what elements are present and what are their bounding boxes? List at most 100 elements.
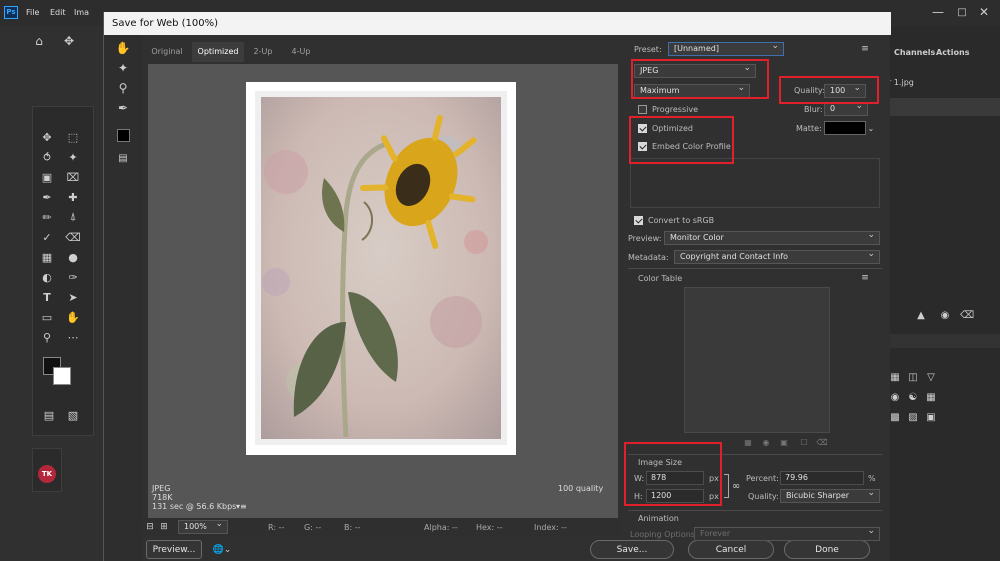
eraser-tool-icon[interactable]: ⌫ [65,229,81,245]
web-shift-icon[interactable]: ◉ [760,436,772,448]
image-preview[interactable] [246,82,516,455]
done-button[interactable]: Done [784,540,870,559]
tab-original[interactable]: Original [142,42,192,62]
frame-tool-icon[interactable]: ⌧ [65,169,81,185]
slice-select-icon[interactable]: ✦ [116,61,130,75]
link-icon[interactable]: ∞ [730,478,742,494]
toggle-slices-icon[interactable]: ▤ [116,151,130,165]
close-window-icon[interactable]: ✕ [976,4,992,20]
type-tool-icon[interactable]: T [39,289,55,305]
selective-color-icon[interactable]: ▣ [924,410,938,424]
preset-select[interactable]: [Unnamed] [668,40,784,56]
trash-icon[interactable]: ⌫ [960,308,974,322]
compression-select[interactable]: Maximum [634,82,750,98]
background-color-swatch[interactable] [53,367,71,385]
cancel-button[interactable]: Cancel [688,540,774,559]
healing-brush-icon[interactable]: ✚ [65,189,81,205]
map-color-icon[interactable]: ▦ [742,436,754,448]
zoom-tool-icon[interactable]: ⚲ [39,329,55,345]
resample-select[interactable]: Bicubic Sharper [780,487,880,503]
triangle-down-icon[interactable]: ▽ [924,370,938,384]
blur-input[interactable]: 0 [824,100,868,116]
zoom-select[interactable]: 100% [178,518,228,534]
levels-icon[interactable]: ◫ [906,370,920,384]
stamp-tool-icon[interactable]: ⍋ [65,209,81,225]
format-select[interactable]: JPEG [634,62,756,78]
progressive-checkbox[interactable] [638,105,647,114]
dodge-tool-icon[interactable]: ◐ [39,269,55,285]
optimized-checkbox[interactable] [638,124,647,133]
magic-wand-icon[interactable]: ✦ [65,149,81,165]
color-table-menu-icon[interactable]: ≡ [858,272,872,284]
looping-select[interactable]: Forever [694,525,880,541]
width-input[interactable]: 878 [646,471,704,485]
image-size-label: Image Size [638,458,683,467]
move-tool-options-icon[interactable]: ✥ [62,34,76,48]
channel-mixer-icon[interactable]: ◉ [888,390,902,404]
screen-mode-icon[interactable]: ▧ [65,407,81,423]
layer-row[interactable] [884,98,1000,116]
browser-preview-icon[interactable]: 🌐⌄ [208,542,236,558]
camera-icon[interactable]: ◉ [938,308,952,322]
tab-optimized[interactable]: Optimized [192,42,244,62]
add-color-icon[interactable]: ☐ [798,436,810,448]
color-balance-icon[interactable]: ☯ [906,390,920,404]
rectangle-tool-icon[interactable]: ▭ [39,309,55,325]
quick-mask-icon[interactable]: ▤ [41,407,57,423]
preview-button[interactable]: Preview... [146,540,202,559]
move-tool-icon[interactable]: ✥ [39,129,55,145]
maximize-icon[interactable]: □ [954,4,970,20]
hand-tool-icon[interactable]: ✋ [116,41,131,55]
delete-color-icon[interactable]: ⌫ [816,436,828,448]
adjustment-icon[interactable]: ▦ [888,370,902,384]
home-icon[interactable]: ⌂ [32,34,46,48]
matte-swatch[interactable] [824,121,866,135]
menu-file[interactable]: File [26,8,39,17]
brush-tool-icon[interactable]: ✏ [39,209,55,225]
save-button[interactable]: Save... [590,540,674,559]
settings-menu-icon[interactable]: ≡ [858,42,872,56]
tab-4-up[interactable]: 4-Up [282,42,320,62]
lock-color-icon[interactable]: ▣ [778,436,790,448]
snapshot-icon[interactable]: ▲ [914,308,928,322]
percent-input[interactable]: 79.96 [780,471,864,485]
zoom-in-icon[interactable]: ⊞ [158,521,170,533]
metadata-select[interactable]: Copyright and Contact Info [674,248,880,264]
zoom-out-icon[interactable]: ⊟ [144,521,156,533]
marquee-tool-icon[interactable]: ⬚ [65,129,81,145]
layer-name[interactable]: r 1.jpg [888,78,914,87]
height-input[interactable]: 1200 [646,489,704,503]
matte-dropdown-icon[interactable]: ⌄ [866,121,876,135]
menu-image[interactable]: Ima [74,8,89,17]
blur-tool-icon[interactable]: ● [65,249,81,265]
minimize-icon[interactable]: — [930,4,946,20]
preview-select[interactable]: Monitor Color [664,229,880,245]
hand-tool-icon[interactable]: ✋ [65,309,81,325]
quality-select[interactable]: 100 [824,82,866,98]
eyedropper-color-swatch[interactable] [117,129,130,142]
tab-2-up[interactable]: 2-Up [244,42,282,62]
grid-icon[interactable]: ▦ [924,390,938,404]
status-menu-icon[interactable]: ▾≡ [236,502,247,511]
crop-tool-icon[interactable]: ▣ [39,169,55,185]
gradient-tool-icon[interactable]: ▦ [39,249,55,265]
panel-divider [884,334,1000,348]
eyedropper-tool-icon[interactable]: ✒ [39,189,55,205]
convert-srgb-checkbox[interactable] [634,216,643,225]
zoom-icon[interactable]: ⚲ [116,81,130,95]
path-select-icon[interactable]: ➤ [65,289,81,305]
history-brush-icon[interactable]: ✓ [39,229,55,245]
lasso-tool-icon[interactable]: ⥀ [39,149,55,165]
embed-profile-checkbox[interactable] [638,142,647,151]
gradient-map-icon[interactable]: ▨ [906,410,920,424]
tk-plugin-icon[interactable]: TK [38,465,56,483]
color-table[interactable] [684,287,830,433]
pen-tool-icon[interactable]: ✑ [65,269,81,285]
actions-tab[interactable]: Actions [936,48,969,57]
menu-edit[interactable]: Edit [50,8,66,17]
threshold-icon[interactable]: ▩ [888,410,902,424]
eyedropper-icon[interactable]: ✒ [116,101,130,115]
channels-tab[interactable]: Channels [894,48,935,57]
dialog-buttons: Preview... 🌐⌄ Save... Cancel Done [142,540,888,560]
more-tools-icon[interactable]: ⋯ [65,329,81,345]
